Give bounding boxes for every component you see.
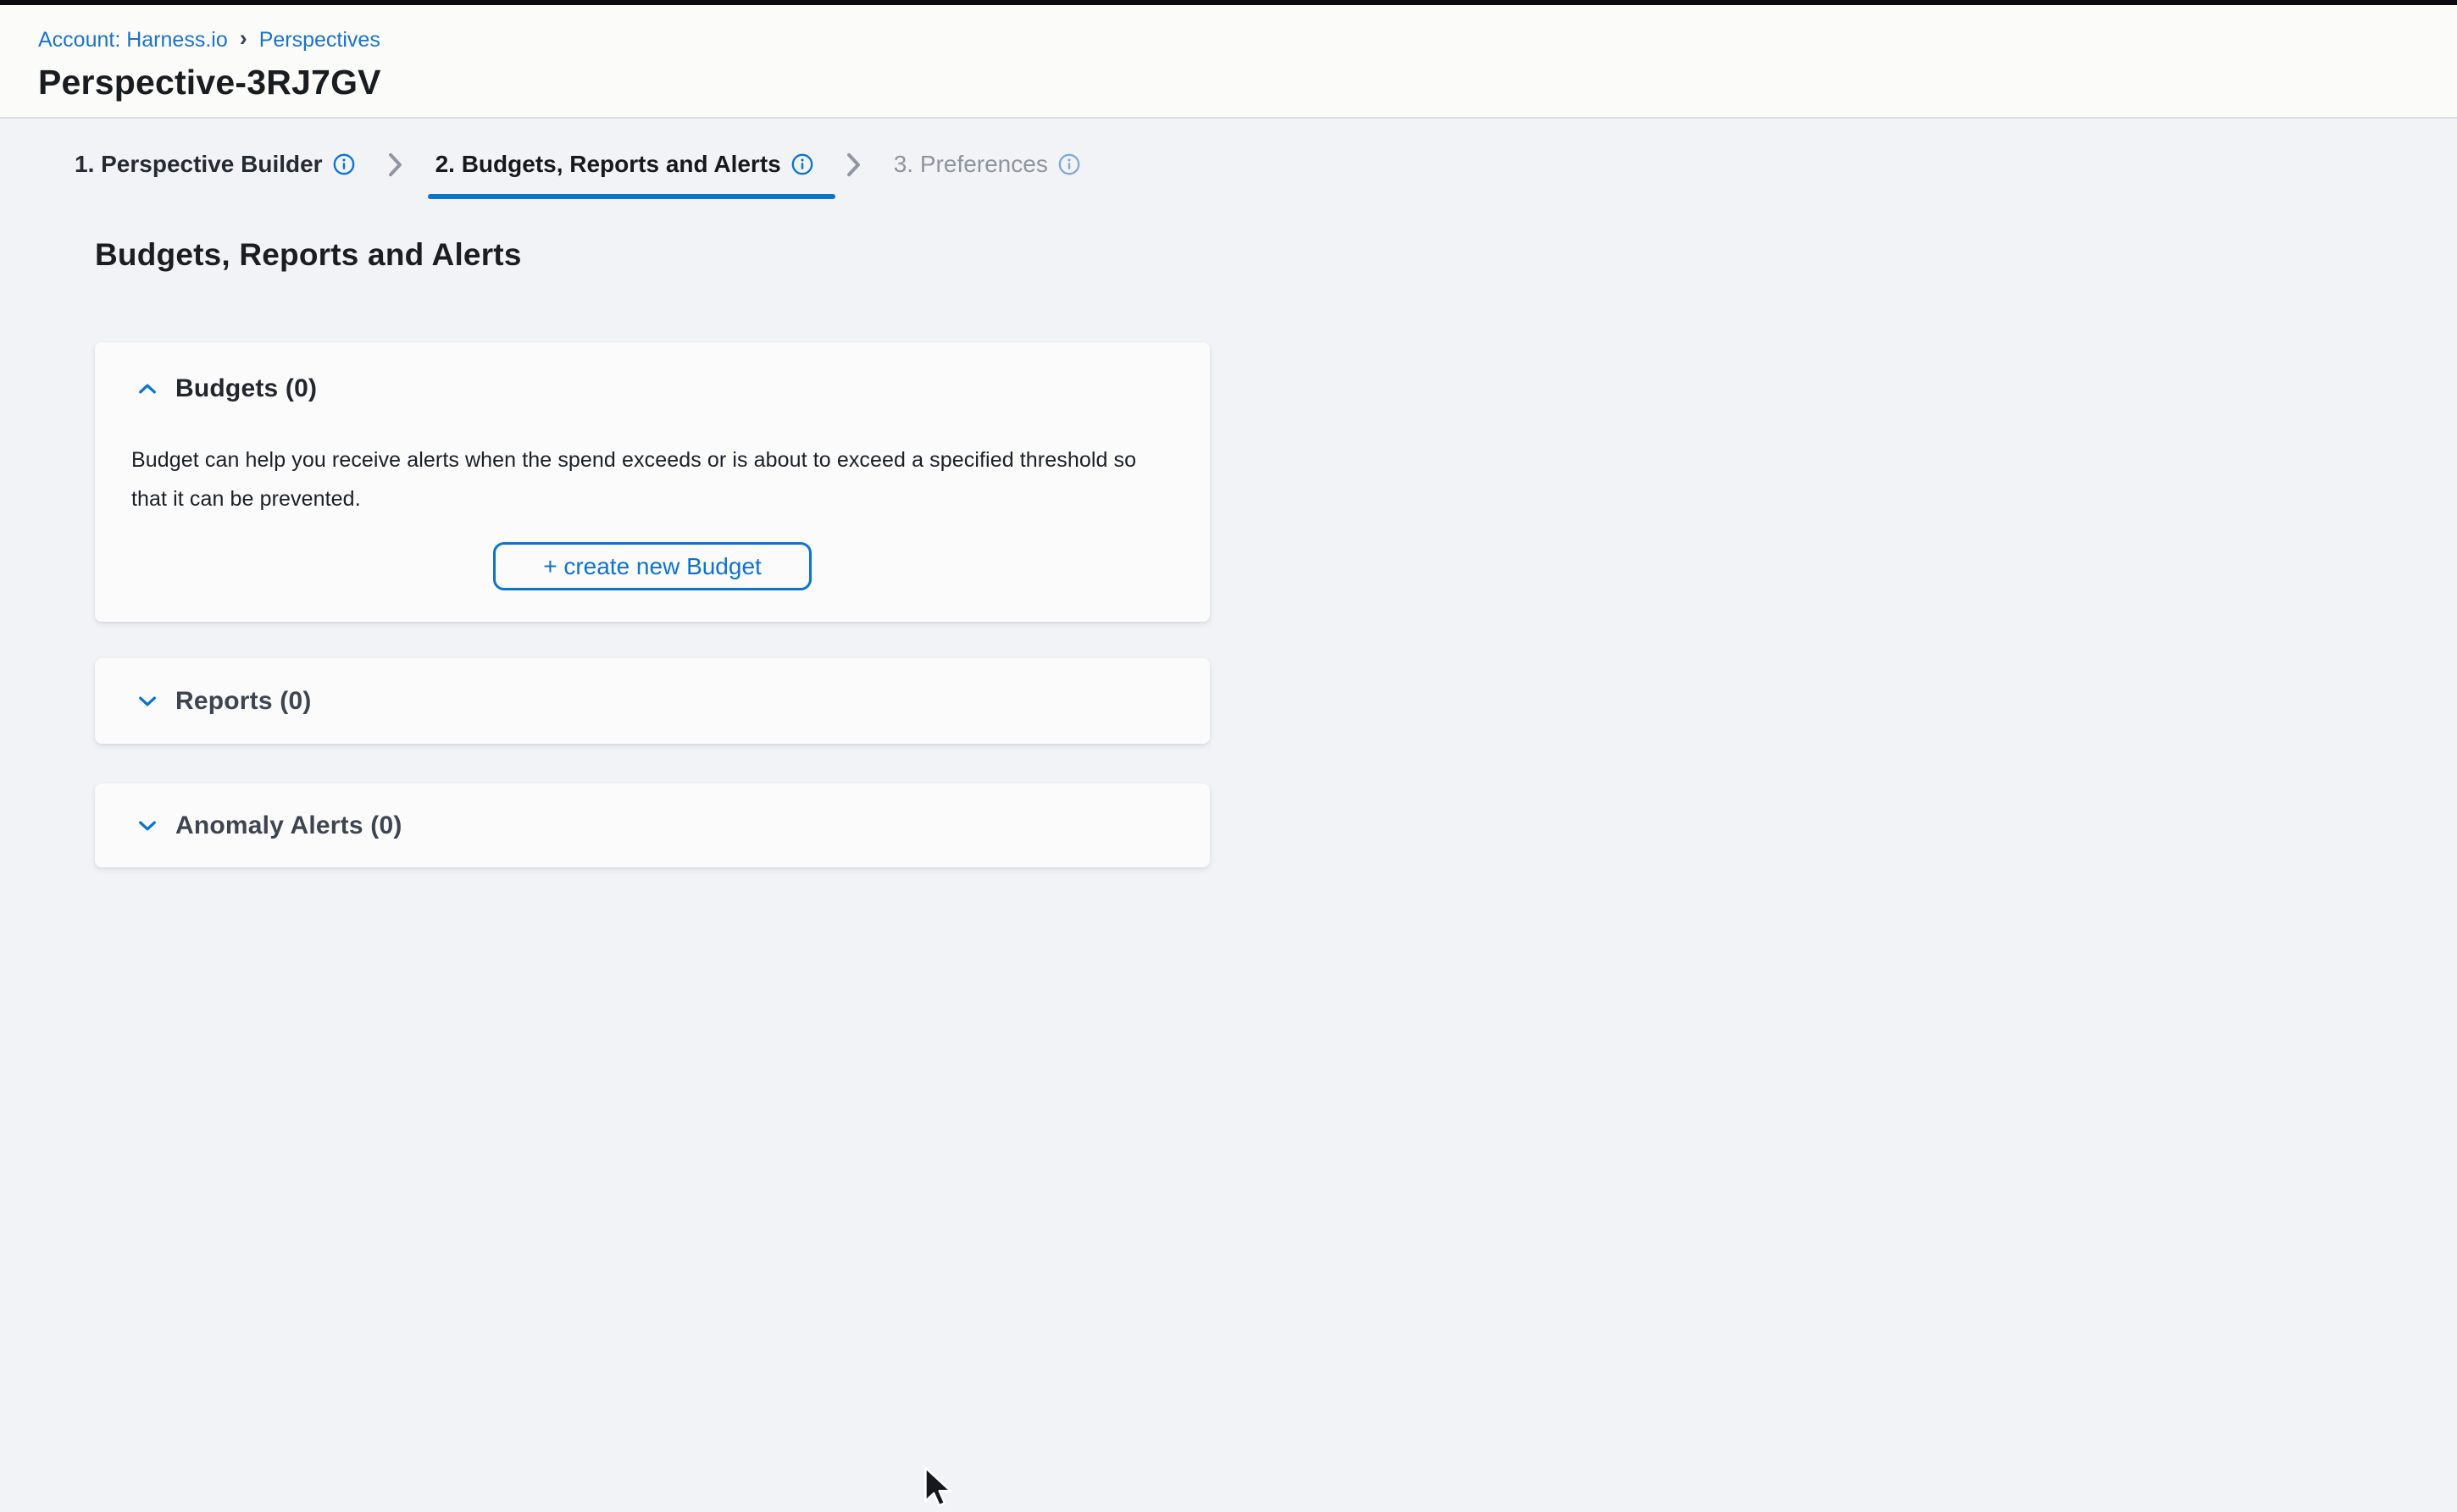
wizard-step-perspective-builder[interactable]: 1. Perspective Builder [75,151,355,178]
wizard-step-budgets-reports-alerts[interactable]: 2. Budgets, Reports and Alerts [435,151,813,178]
cursor-arrow-icon [923,1466,952,1512]
info-circle-icon[interactable] [1058,153,1080,175]
chevron-down-icon[interactable] [138,820,157,832]
wizard-step-bar: 1. Perspective Builder 2. Budgets, Repor… [75,120,1080,208]
reports-accordion-toggle[interactable]: Reports (0) [95,658,1210,744]
breadcrumb: Account: Harness.io › Perspectives [38,27,2457,53]
budgets-card-title: Budgets (0) [175,374,317,403]
reports-card: Reports (0) [95,658,1210,744]
reports-card-title: Reports (0) [175,687,312,716]
wizard-step-label: 2. Budgets, Reports and Alerts [435,151,781,178]
wizard-step-label: 1. Perspective Builder [75,151,323,178]
perspective-setup-page: Account: Harness.io › Perspectives Persp… [0,0,2457,1509]
budgets-card: Budgets (0) Budget can help you receive … [95,342,1210,622]
budgets-description: Budget can help you receive alerts when … [131,440,1182,518]
anomaly-alerts-accordion-toggle[interactable]: Anomaly Alerts (0) [95,784,1210,867]
budgets-accordion-toggle[interactable]: Budgets (0) [95,342,1210,402]
breadcrumb-perspectives-link[interactable]: Perspectives [259,27,380,53]
create-new-budget-button[interactable]: + create new Budget [493,542,812,590]
wizard-step-label: 3. Preferences [894,151,1048,178]
anomaly-alerts-card: Anomaly Alerts (0) [95,784,1210,867]
breadcrumb-account-link[interactable]: Account: Harness.io [38,27,228,53]
chevron-right-icon [387,152,403,178]
wizard-step-preferences[interactable]: 3. Preferences [894,151,1080,178]
anomaly-alerts-card-title: Anomaly Alerts (0) [175,811,402,840]
info-circle-icon[interactable] [791,153,813,175]
section-heading: Budgets, Reports and Alerts [95,237,522,273]
chevron-down-icon[interactable] [138,695,157,707]
chevron-right-icon [846,152,862,178]
chevron-right-icon: › [240,25,247,51]
info-circle-icon[interactable] [333,153,355,175]
page-title: Perspective-3RJ7GV [38,63,2457,102]
page-header: Account: Harness.io › Perspectives Persp… [0,5,2457,119]
chevron-up-icon[interactable] [138,383,157,395]
